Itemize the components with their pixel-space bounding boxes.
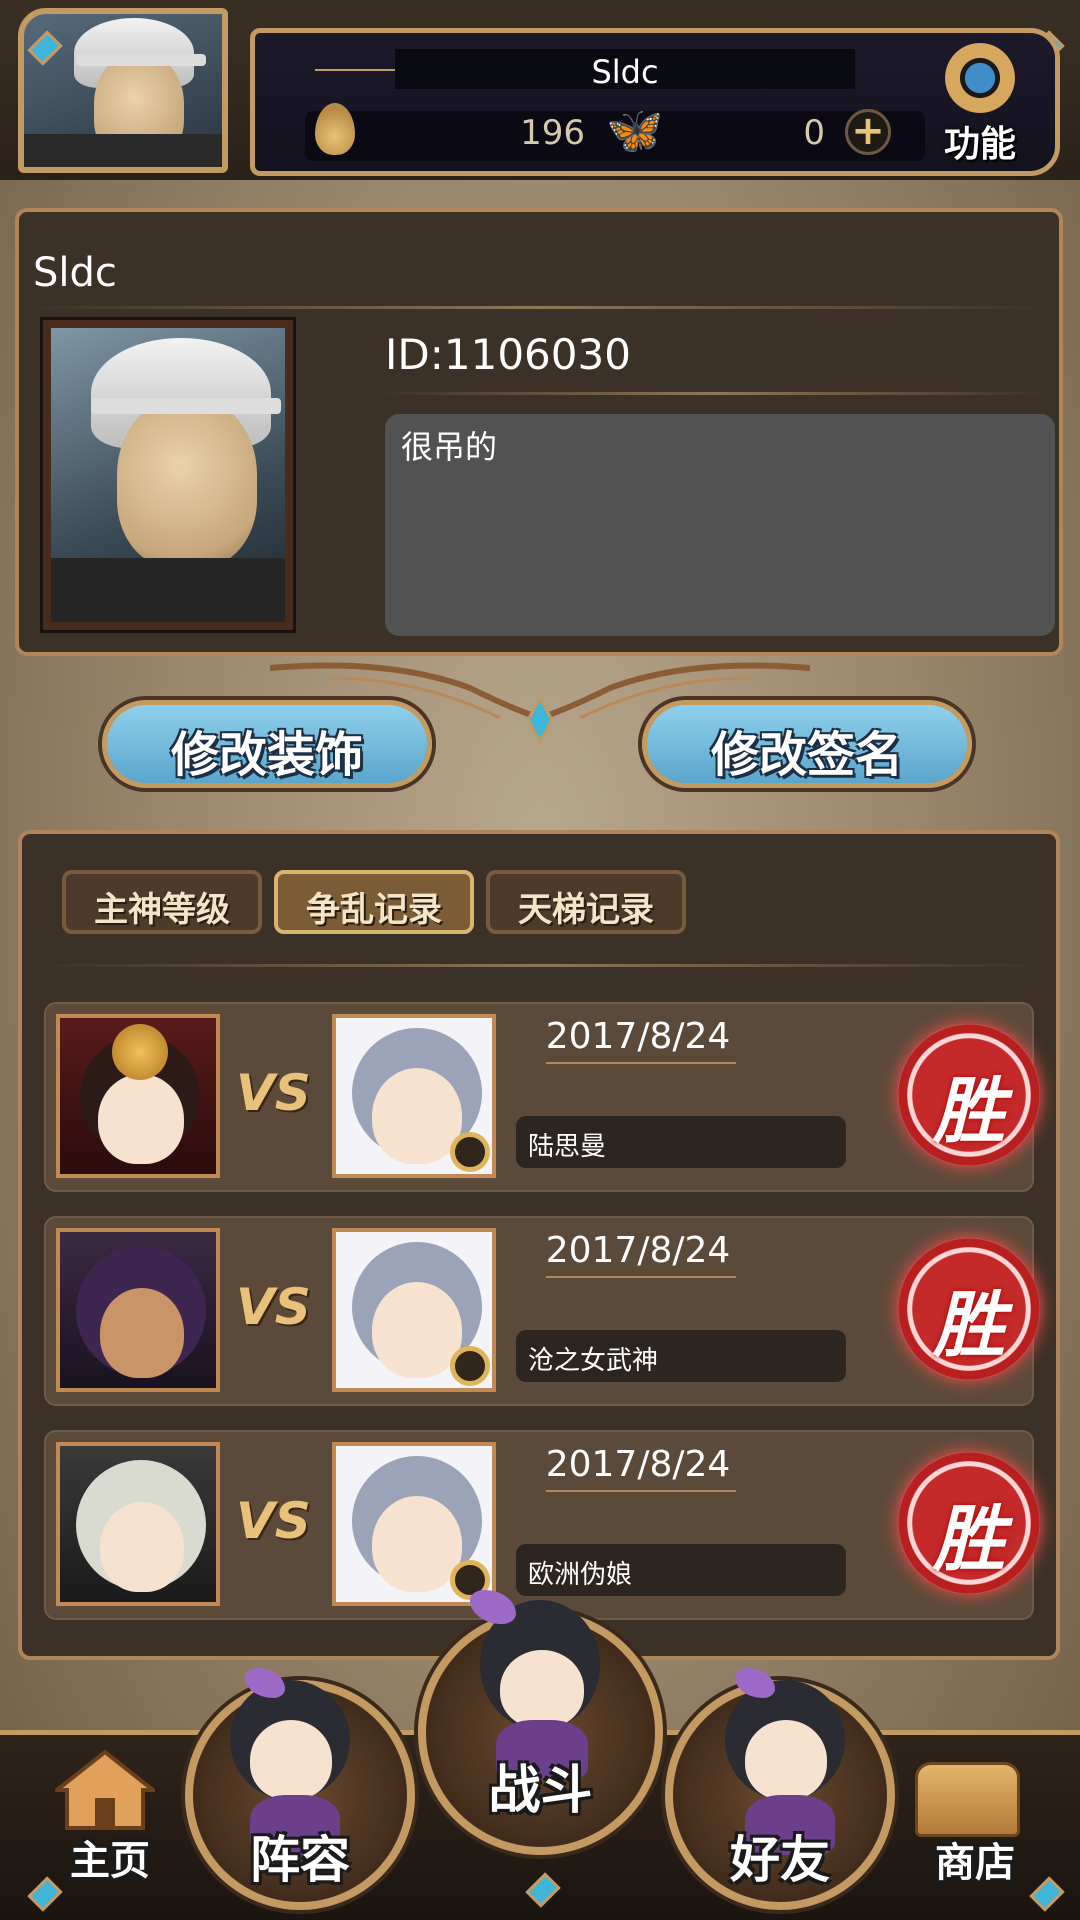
- result-label: 胜: [932, 1069, 1005, 1153]
- win-badge-icon: 胜: [898, 1238, 1040, 1380]
- tab-ladder-record[interactable]: 天梯记录: [486, 870, 686, 934]
- player-id: ID:1106030: [385, 330, 631, 379]
- top-player-name: Sldc: [591, 53, 659, 91]
- result-label: 胜: [932, 1497, 1005, 1581]
- hero-face: [372, 1496, 462, 1592]
- butterfly-icon: 🦋: [606, 103, 664, 157]
- nav-friends[interactable]: 好友: [665, 1640, 895, 1910]
- divider: [546, 1062, 736, 1064]
- chibi-face: [500, 1650, 584, 1728]
- nav-lineup-label: 阵容: [250, 1831, 350, 1889]
- record-date: 2017/8/24: [545, 1230, 731, 1271]
- divider: [315, 69, 395, 71]
- profile-portrait[interactable]: [40, 317, 296, 633]
- avatar-headband: [76, 54, 206, 66]
- screen: Sldc 196 🦋 0 + 功能 Sldc ID:1106030 很吊的 修改…: [0, 0, 1080, 1920]
- vs-label: VS: [236, 1064, 311, 1122]
- gear-icon: [945, 43, 1015, 113]
- resource-panel: Sldc 196 🦋 0 + 功能: [250, 28, 1060, 176]
- house-icon: [55, 1750, 155, 1830]
- record-date: 2017/8/24: [545, 1444, 731, 1485]
- hero-face: [98, 1074, 184, 1164]
- search-icon[interactable]: [450, 1346, 490, 1386]
- tab-label: 争乱记录: [306, 890, 442, 930]
- edit-decor-button[interactable]: 修改装饰: [102, 700, 432, 788]
- search-icon[interactable]: [450, 1132, 490, 1172]
- result-label: 胜: [932, 1283, 1005, 1367]
- tab-god-level[interactable]: 主神等级: [62, 870, 262, 934]
- portrait-face: [117, 398, 257, 568]
- nav-shop-label: 商店: [935, 1840, 1015, 1886]
- record-row[interactable]: VS 2017/8/24 陆思曼 胜: [44, 1002, 1040, 1192]
- portrait-shirt: [51, 558, 285, 622]
- signature-box: 很吊的: [385, 414, 1055, 636]
- hero-face: [100, 1288, 184, 1378]
- nav-shop[interactable]: 商店: [900, 1740, 1050, 1910]
- divider: [379, 392, 1049, 395]
- avatar-shirt: [24, 134, 222, 167]
- nav-friends-label: 好友: [730, 1831, 830, 1889]
- opponent-hero-portrait[interactable]: [332, 1228, 496, 1392]
- player-hero-portrait[interactable]: [56, 1228, 220, 1392]
- tab-label: 主神等级: [94, 890, 230, 930]
- edit-decor-label: 修改装饰: [170, 727, 363, 783]
- add-currency-button[interactable]: +: [845, 109, 891, 155]
- divider: [42, 964, 1042, 967]
- hero-face: [372, 1068, 462, 1164]
- divider: [546, 1276, 736, 1278]
- tab-chaos-record[interactable]: 争乱记录: [274, 870, 474, 934]
- edit-signature-label: 修改签名: [710, 727, 903, 783]
- edit-signature-button[interactable]: 修改签名: [642, 700, 972, 788]
- profile-panel: Sldc ID:1106030 很吊的: [15, 208, 1063, 656]
- nav-battle[interactable]: 战斗: [418, 1580, 663, 1855]
- nav-home-label: 主页: [70, 1838, 150, 1884]
- record-date: 2017/8/24: [545, 1016, 731, 1057]
- opponent-name-box: 陆思曼: [516, 1116, 846, 1168]
- hero-face: [372, 1282, 462, 1378]
- profile-name: Sldc: [33, 250, 117, 296]
- win-badge-icon: 胜: [898, 1024, 1040, 1166]
- bow-icon: [470, 1590, 516, 1624]
- treasure-chest-icon: [915, 1762, 1020, 1837]
- divider: [546, 1490, 736, 1492]
- function-label: 功能: [943, 124, 1016, 165]
- vs-label: VS: [236, 1278, 311, 1336]
- opponent-hero-portrait[interactable]: [332, 1014, 496, 1178]
- player-hero-portrait[interactable]: [56, 1442, 220, 1606]
- player-hero-portrait[interactable]: [56, 1014, 220, 1178]
- chibi-face: [250, 1720, 332, 1800]
- chibi-face: [745, 1720, 827, 1800]
- tab-label: 天梯记录: [518, 890, 654, 930]
- signature-text: 很吊的: [401, 428, 498, 466]
- flame-value: 196: [520, 113, 585, 153]
- opponent-name-box: 沧之女武神: [516, 1330, 846, 1382]
- record-row[interactable]: VS 2017/8/24 沧之女武神 胜: [44, 1216, 1040, 1406]
- nav-home[interactable]: 主页: [40, 1740, 180, 1910]
- function-button[interactable]: 功能: [925, 43, 1035, 171]
- vs-label: VS: [236, 1492, 311, 1550]
- records-panel: 主神等级 争乱记录 天梯记录 VS 2017/8/24 陆思曼 胜 VS 201…: [18, 830, 1060, 1660]
- portrait-headband: [91, 398, 281, 414]
- nav-battle-label: 战斗: [488, 1761, 593, 1821]
- top-name-bar: Sldc: [395, 49, 855, 91]
- win-badge-icon: 胜: [898, 1452, 1040, 1594]
- crest-icon: [112, 1024, 168, 1080]
- divider: [29, 306, 1049, 309]
- hero-face: [100, 1502, 184, 1592]
- nav-lineup[interactable]: 阵容: [185, 1640, 415, 1910]
- opponent-name: 沧之女武神: [528, 1346, 659, 1376]
- butterfly-value: 0: [803, 113, 825, 153]
- top-bar: Sldc 196 🦋 0 + 功能: [0, 0, 1080, 180]
- opponent-name: 陆思曼: [528, 1132, 607, 1162]
